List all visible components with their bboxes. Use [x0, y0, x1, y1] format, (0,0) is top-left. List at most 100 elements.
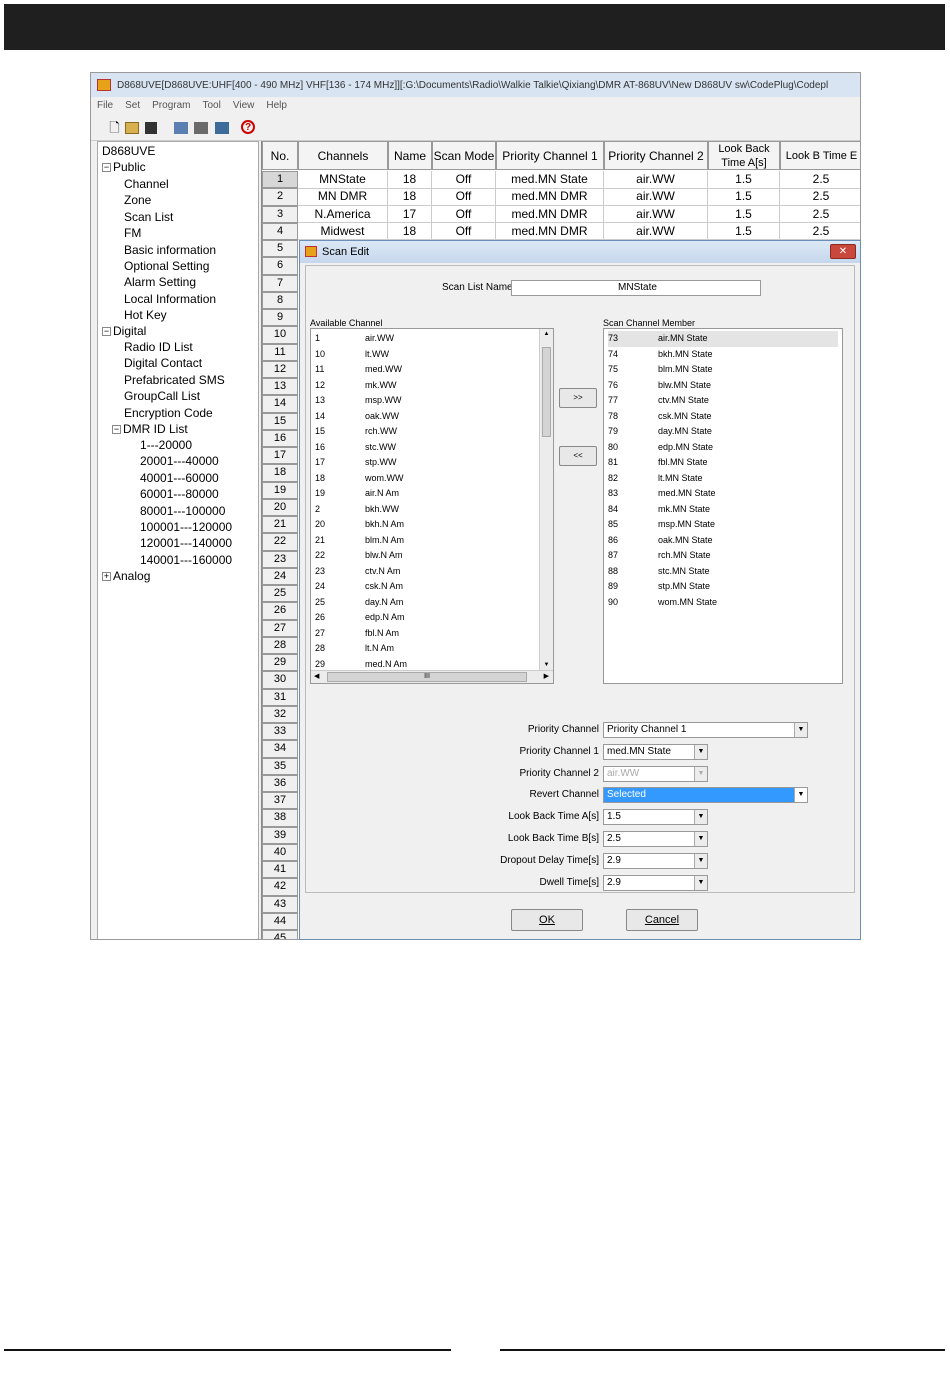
- row-number[interactable]: 36: [262, 774, 298, 793]
- field-select[interactable]: Selected ▼: [603, 787, 808, 804]
- list-item[interactable]: 23 ctv.N Am: [315, 564, 400, 580]
- table-cell[interactable]: med.MN DMR: [496, 222, 604, 241]
- list-item[interactable]: 25 day.N Am: [315, 595, 403, 611]
- table-cell[interactable]: med.MN State: [496, 171, 604, 189]
- field-select[interactable]: 2.9 ▼: [603, 874, 708, 891]
- list-item[interactable]: 84 mk.MN State: [608, 502, 710, 518]
- row-number[interactable]: 4: [262, 222, 298, 241]
- column-header[interactable]: Look B Time E: [780, 141, 860, 170]
- list-item[interactable]: 14 oak.WW: [315, 409, 399, 425]
- row-number[interactable]: 30: [262, 671, 298, 689]
- list-item[interactable]: 76 blw.MN State: [608, 378, 711, 394]
- tree-item-dmr-range[interactable]: 100001---120000: [140, 520, 232, 534]
- row-number[interactable]: 21: [262, 516, 298, 534]
- row-number[interactable]: 5: [262, 240, 298, 258]
- row-number[interactable]: 39: [262, 826, 298, 844]
- field-select[interactable]: air.WW ▼: [603, 765, 708, 782]
- tree-item[interactable]: Zone: [124, 193, 151, 207]
- settings-icon[interactable]: [215, 122, 229, 134]
- tree-item[interactable]: Optional Setting: [124, 259, 209, 273]
- list-item[interactable]: 1 air.WW: [315, 331, 394, 347]
- list-item[interactable]: 18 wom.WW: [315, 471, 404, 487]
- table-cell[interactable]: 18: [388, 188, 432, 206]
- vertical-scrollbar[interactable]: ▲ ▼: [539, 329, 553, 672]
- list-item[interactable]: 85 msp.MN State: [608, 517, 715, 533]
- list-item[interactable]: 74 bkh.MN State: [608, 347, 713, 363]
- row-number[interactable]: 14: [262, 395, 298, 413]
- row-number[interactable]: 12: [262, 360, 298, 379]
- tree-item[interactable]: Digital Contact: [124, 356, 202, 370]
- row-number[interactable]: 2: [262, 188, 298, 206]
- field-select[interactable]: 2.9 ▼: [603, 852, 708, 869]
- tree-root[interactable]: D868UVE: [102, 144, 155, 158]
- column-header[interactable]: Channels: [298, 141, 388, 170]
- column-header[interactable]: Scan Mode: [432, 141, 496, 170]
- dropdown-arrow-icon[interactable]: ▼: [694, 853, 707, 868]
- row-number[interactable]: 25: [262, 585, 298, 603]
- scan-list-name-input[interactable]: MNState: [511, 280, 761, 296]
- row-number[interactable]: 26: [262, 602, 298, 620]
- row-number[interactable]: 38: [262, 809, 298, 827]
- table-cell[interactable]: air.WW: [604, 222, 708, 241]
- list-item[interactable]: 77 ctv.MN State: [608, 393, 709, 409]
- remove-channel-button[interactable]: <<: [559, 446, 597, 466]
- row-number[interactable]: 24: [262, 567, 298, 586]
- row-number[interactable]: 3: [262, 205, 298, 223]
- row-number[interactable]: 19: [262, 481, 298, 499]
- new-file-icon[interactable]: 🗋: [107, 120, 122, 135]
- horizontal-scrollbar[interactable]: ◀ III ▶: [311, 670, 553, 683]
- dropdown-arrow-icon[interactable]: ▼: [794, 788, 807, 803]
- tree-item[interactable]: Channel: [124, 177, 169, 191]
- menu-file[interactable]: File: [91, 97, 119, 111]
- table-cell[interactable]: air.WW: [604, 171, 708, 189]
- row-number[interactable]: 41: [262, 861, 298, 879]
- tree-item[interactable]: Radio ID List: [124, 340, 193, 354]
- dropdown-arrow-icon[interactable]: ▼: [694, 875, 707, 890]
- tree-analog[interactable]: + Analog: [102, 569, 150, 583]
- list-item[interactable]: 82 lt.MN State: [608, 471, 703, 487]
- field-select[interactable]: Priority Channel 1 ▼: [603, 722, 808, 738]
- list-item[interactable]: 28 lt.N Am: [315, 641, 394, 657]
- list-item[interactable]: 12 mk.WW: [315, 378, 397, 394]
- expand-icon[interactable]: +: [102, 572, 111, 581]
- table-cell[interactable]: air.WW: [604, 188, 708, 206]
- list-item[interactable]: 75 blm.MN State: [608, 362, 713, 378]
- list-item[interactable]: 90 wom.MN State: [608, 595, 717, 611]
- save-icon[interactable]: [145, 122, 157, 134]
- row-number[interactable]: 13: [262, 378, 298, 396]
- table-cell[interactable]: N.America: [298, 205, 388, 223]
- list-item[interactable]: 80 edp.MN State: [608, 440, 713, 456]
- scroll-left-icon[interactable]: ◀: [314, 672, 319, 680]
- scroll-up-icon[interactable]: ▲: [542, 331, 551, 339]
- tree-item[interactable]: Scan List: [124, 210, 173, 224]
- row-number[interactable]: 18: [262, 464, 298, 482]
- table-cell[interactable]: air.WW: [604, 205, 708, 223]
- tree-item-dmr-range[interactable]: 60001---80000: [140, 487, 219, 501]
- scroll-right-icon[interactable]: ▶: [544, 672, 549, 680]
- list-item[interactable]: 13 msp.WW: [315, 393, 402, 409]
- tree-item-dmr-range[interactable]: 80001---100000: [140, 504, 225, 518]
- column-header[interactable]: Priority Channel 1: [496, 141, 604, 170]
- table-cell[interactable]: 2.5: [780, 206, 860, 223]
- menu-view[interactable]: View: [227, 97, 261, 111]
- tree-item-dmr-range[interactable]: 1---20000: [140, 438, 192, 452]
- list-item[interactable]: 78 csk.MN State: [608, 409, 712, 425]
- list-item[interactable]: 86 oak.MN State: [608, 533, 713, 549]
- list-item[interactable]: 88 stc.MN State: [608, 564, 710, 580]
- table-cell[interactable]: 18: [388, 171, 432, 189]
- table-cell[interactable]: Off: [432, 222, 496, 241]
- table-cell[interactable]: 1.5: [708, 171, 780, 189]
- table-cell[interactable]: Midwest: [298, 222, 388, 241]
- tree-item-dmr-range[interactable]: 40001---60000: [140, 471, 219, 485]
- field-select[interactable]: 1.5 ▼: [603, 809, 708, 826]
- list-item[interactable]: 16 stc.WW: [315, 440, 396, 456]
- available-channel-list[interactable]: 1 air.WW 10 lt.WW 11 med.WW 12 mk.WW 13 msp.WW 14 o…: [310, 328, 554, 684]
- list-item[interactable]: 73 air.MN State: [608, 331, 838, 347]
- menu-tool[interactable]: Tool: [197, 97, 227, 111]
- dropdown-arrow-icon[interactable]: ▼: [694, 744, 707, 759]
- tree-item[interactable]: Basic information: [124, 243, 216, 257]
- table-cell[interactable]: Off: [432, 188, 496, 206]
- row-number[interactable]: 29: [262, 654, 298, 672]
- tree-item[interactable]: Prefabricated SMS: [124, 373, 225, 387]
- tree-item[interactable]: Alarm Setting: [124, 275, 196, 289]
